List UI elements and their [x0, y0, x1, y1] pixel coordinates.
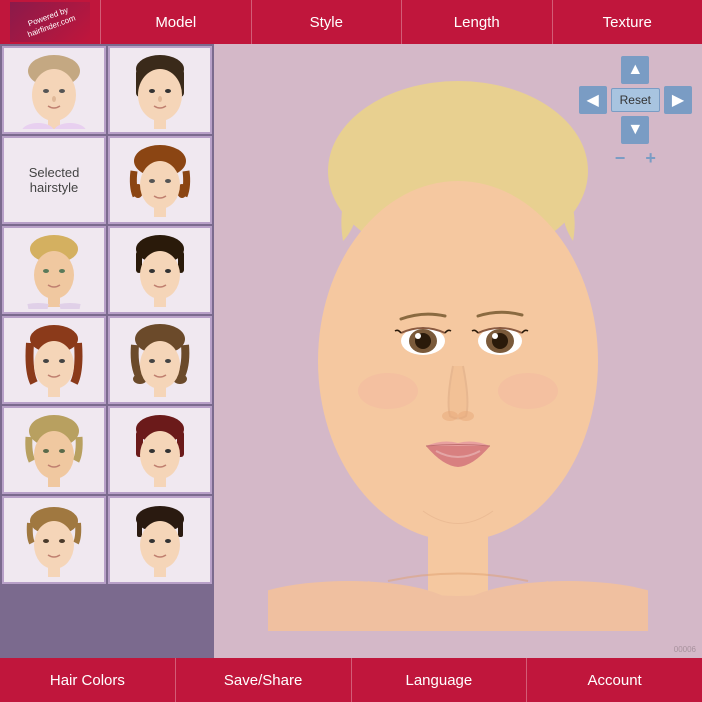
bottom-nav-language[interactable]: Language	[352, 658, 528, 702]
nav-right-button[interactable]: ▶	[664, 86, 692, 114]
hairstyle-thumb-10[interactable]	[108, 406, 212, 494]
bottom-nav-hair-colors[interactable]: Hair Colors	[0, 658, 176, 702]
hairstyle-thumb-9[interactable]	[2, 406, 106, 494]
preview-area: ▲ ◀ Reset ▶ ▼ − +	[214, 44, 702, 658]
bottom-nav-account[interactable]: Account	[527, 658, 702, 702]
model-face-svg	[268, 71, 648, 631]
hairstyle-thumb-1[interactable]	[2, 46, 106, 134]
top-nav: Powered byhairfinder.com Model Style Len…	[0, 0, 702, 44]
hairstyle-thumb-11[interactable]	[2, 496, 106, 584]
watermark: 00006	[674, 645, 696, 654]
tab-model[interactable]: Model	[100, 0, 251, 44]
bottom-nav: Hair Colors Save/Share Language Account	[0, 658, 702, 702]
selected-hairstyle-label: Selected hairstyle	[2, 136, 106, 224]
hairstyle-thumb-2[interactable]	[108, 46, 212, 134]
main-content: Selected hairstyle	[0, 44, 702, 658]
tab-texture[interactable]: Texture	[552, 0, 702, 44]
hairstyle-thumb-6[interactable]	[108, 226, 212, 314]
hairstyle-thumb-8[interactable]	[108, 316, 212, 404]
hairstyle-thumb-7[interactable]	[2, 316, 106, 404]
hairstyle-thumb-4[interactable]	[108, 136, 212, 224]
hairstyle-sidebar: Selected hairstyle	[0, 44, 214, 658]
hairstyle-thumb-5[interactable]	[2, 226, 106, 314]
bottom-nav-save-share[interactable]: Save/Share	[176, 658, 352, 702]
hairstyle-thumb-12[interactable]	[108, 496, 212, 584]
logo: Powered byhairfinder.com	[0, 0, 100, 44]
top-nav-tabs: Model Style Length Texture	[100, 0, 702, 44]
model-preview	[248, 61, 668, 641]
logo-text: Powered byhairfinder.com	[23, 4, 77, 41]
tab-length[interactable]: Length	[401, 0, 552, 44]
tab-style[interactable]: Style	[251, 0, 402, 44]
